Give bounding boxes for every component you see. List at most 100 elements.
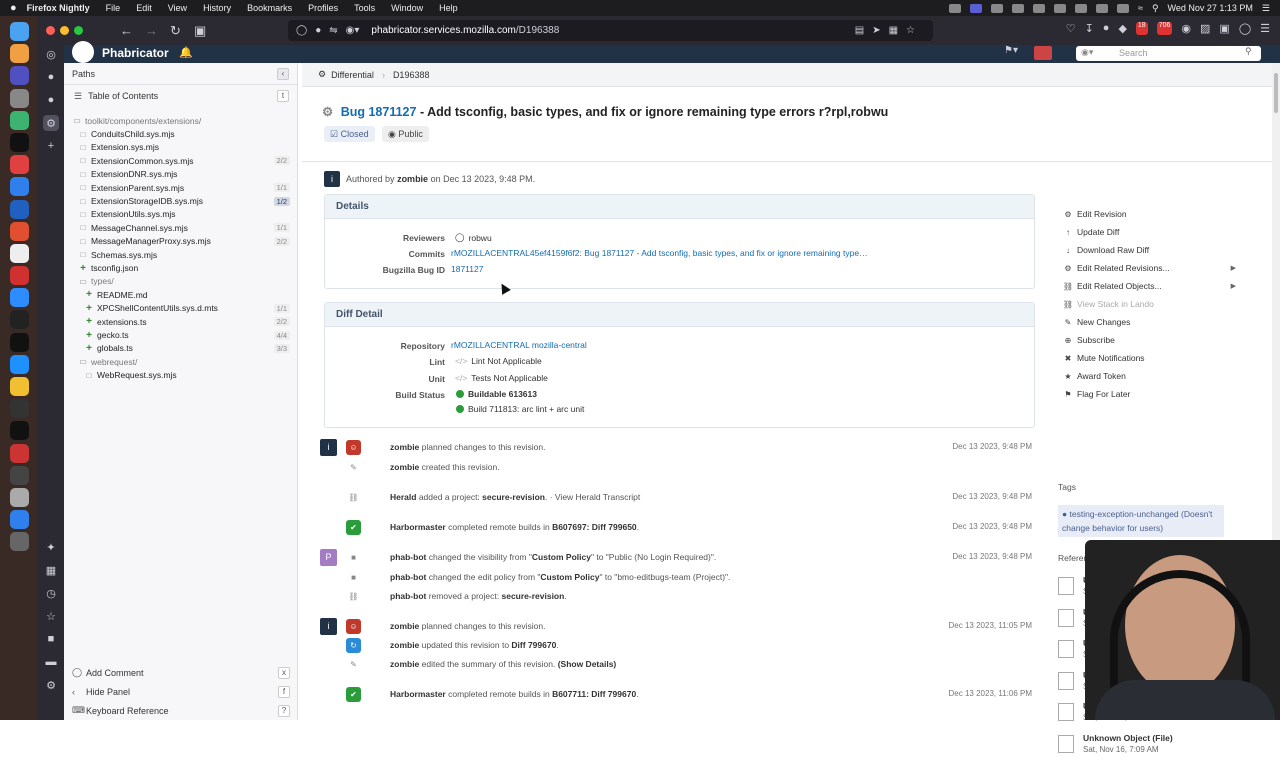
breadcrumb-revision[interactable]: D196388 xyxy=(393,70,430,80)
shield-icon[interactable]: ◯ xyxy=(296,25,307,36)
buildable-link[interactable]: Buildable 613613 xyxy=(468,389,537,399)
event-actor[interactable]: zombie xyxy=(390,442,419,452)
app-icon[interactable] xyxy=(9,377,29,396)
url-bar[interactable]: ◯ ● ⇋ ◉▾ phabricator.services.mozilla.co… xyxy=(288,20,933,41)
event-object[interactable]: Custom Policy xyxy=(532,552,591,562)
event-actor[interactable]: zombie xyxy=(390,621,419,631)
event-actor[interactable]: phab-bot xyxy=(390,552,426,562)
menu-edit[interactable]: Edit xyxy=(136,3,152,13)
file-row[interactable]: + README.md xyxy=(64,288,298,301)
extension-icon[interactable]: ▨ xyxy=(1200,22,1210,35)
scrollbar-thumb[interactable] xyxy=(1274,73,1278,113)
app-icon[interactable] xyxy=(9,487,29,507)
folder-row[interactable]: ▭ webrequest/ xyxy=(64,355,298,368)
app-icon[interactable] xyxy=(9,266,29,286)
phabricator-logo-icon[interactable] xyxy=(72,41,94,63)
zoom-icon[interactable] xyxy=(9,288,29,308)
status-icon[interactable] xyxy=(969,3,982,13)
add-comment-link[interactable]: ◯ Add Comment x xyxy=(64,663,298,682)
collapse-icon[interactable]: ‹ xyxy=(277,67,289,80)
app-icon[interactable] xyxy=(9,199,29,219)
tab-favicon-active[interactable]: ⚙ xyxy=(43,115,59,131)
referenced-file[interactable]: Unknown Object (File)Sat, Nov 16, 7:09 A… xyxy=(1058,733,1238,763)
app-icon[interactable] xyxy=(9,399,29,419)
event-object[interactable]: B607711: Diff 799670 xyxy=(552,689,636,699)
app-name[interactable]: Firefox Nightly xyxy=(27,3,90,13)
trash-icon[interactable] xyxy=(9,532,29,552)
app-icon[interactable] xyxy=(9,510,29,530)
action-download-raw-diff[interactable]: ↓ Download Raw Diff xyxy=(1048,241,1248,259)
status-icon[interactable] xyxy=(990,3,1003,13)
menu-history[interactable]: History xyxy=(203,3,231,13)
event-actor[interactable]: zombie xyxy=(390,462,419,472)
extension-badge[interactable]: 18 xyxy=(1135,22,1148,35)
history-icon[interactable]: ◷ xyxy=(43,585,59,601)
finder-icon[interactable] xyxy=(9,22,29,41)
menu-view[interactable]: View xyxy=(168,3,187,13)
close-dot[interactable] xyxy=(46,26,55,35)
file-row[interactable]: + tsconfig.json xyxy=(64,261,298,274)
menu-profiles[interactable]: Profiles xyxy=(308,3,338,13)
event-object[interactable]: secure-revision xyxy=(482,492,545,502)
account-icon[interactable]: ◯ xyxy=(1239,22,1251,35)
event-object[interactable]: secure-revision xyxy=(501,591,564,601)
commit-link[interactable]: rMOZILLACENTRAL45ef4159f6f2: Bug 1871127… xyxy=(451,248,868,258)
file-row[interactable]: □ MessageManagerProxy.sys.mjs 2/2 xyxy=(64,235,298,248)
bookmark-icon[interactable]: ⚑▾ xyxy=(1004,45,1018,56)
status-icon[interactable] xyxy=(1053,3,1066,13)
build-link[interactable]: Build 711813: arc lint + arc unit xyxy=(468,404,584,414)
author-name[interactable]: zombie xyxy=(397,174,428,184)
file-row[interactable]: □ ExtensionStorageIDB.sys.mjs 1/2 xyxy=(64,194,298,207)
apple-icon[interactable]: ● xyxy=(10,2,17,14)
menu-file[interactable]: File xyxy=(106,3,121,13)
file-row[interactable]: + extensions.ts 2/2 xyxy=(64,315,298,328)
app-icon[interactable] xyxy=(9,332,29,352)
zoom-dot[interactable] xyxy=(74,26,83,35)
hide-panel-link[interactable]: ‹ Hide Panel f xyxy=(64,682,298,701)
back-icon[interactable]: ← xyxy=(120,23,133,38)
action-subscribe[interactable]: ⊕ Subscribe xyxy=(1048,331,1248,349)
permissions-icon[interactable]: ⇋ xyxy=(329,25,337,36)
action-edit-revision[interactable]: ⚙ Edit Revision xyxy=(1048,205,1248,223)
folder-row[interactable]: ▭ types/ xyxy=(64,275,298,288)
status-icon[interactable] xyxy=(1074,3,1087,13)
status-icon[interactable] xyxy=(1095,3,1108,13)
breadcrumb-differential[interactable]: Differential xyxy=(331,70,374,80)
app-icon[interactable] xyxy=(9,310,29,330)
file-row[interactable]: + gecko.ts 4/4 xyxy=(64,328,298,341)
tab-favicon[interactable]: ● xyxy=(43,92,59,108)
action-new-changes[interactable]: ✎ New Changes xyxy=(1048,313,1248,331)
sparkle-icon[interactable]: ✦ xyxy=(43,539,59,555)
action-mute-notifications[interactable]: ✖ Mute Notifications xyxy=(1048,349,1248,367)
clock[interactable]: Wed Nov 27 1:13 PM xyxy=(1168,3,1253,13)
event-object[interactable]: B607697: Diff 799650 xyxy=(552,522,637,532)
event-timestamp[interactable]: Dec 13 2023, 9:48 PM xyxy=(952,492,1032,501)
event-timestamp[interactable]: Dec 13 2023, 9:48 PM xyxy=(952,442,1032,451)
settings-icon[interactable]: ⚙ xyxy=(43,677,59,693)
extension-icon[interactable]: ◉ xyxy=(1181,22,1191,35)
forward-icon[interactable]: → xyxy=(145,23,158,38)
app-icon[interactable] xyxy=(9,465,29,485)
tab-favicon[interactable]: ● xyxy=(43,69,59,85)
app-icon[interactable] xyxy=(9,443,29,463)
status-icon[interactable] xyxy=(1032,3,1045,13)
tag-item[interactable]: ● testing-exception-unchanged (Doesn't c… xyxy=(1058,505,1224,537)
file-row[interactable]: + globals.ts 3/3 xyxy=(64,342,298,355)
action-update-diff[interactable]: ↑ Update Diff xyxy=(1048,223,1248,241)
app-icon[interactable] xyxy=(9,243,29,263)
table-of-contents-link[interactable]: ☰ Table of Contents t xyxy=(64,85,297,107)
file-row[interactable]: □ WebRequest.sys.mjs xyxy=(64,369,298,382)
event-actor[interactable]: zombie xyxy=(390,659,419,669)
bookmark-icon[interactable]: ☆ xyxy=(43,608,59,624)
folder-row[interactable]: ▭ toolkit/components/extensions/ xyxy=(64,114,298,127)
event-object[interactable]: Custom Policy xyxy=(540,572,599,582)
globe-icon[interactable]: ◎ xyxy=(43,46,59,62)
event-actor[interactable]: phab-bot xyxy=(390,591,426,601)
event-timestamp[interactable]: Dec 13 2023, 9:48 PM xyxy=(952,552,1032,561)
app-menu-icon[interactable]: ☰ xyxy=(1260,22,1270,35)
event-actor[interactable]: Herald xyxy=(390,492,416,502)
action-edit-related-objects[interactable]: ⛓ Edit Related Objects... ▶ xyxy=(1048,277,1248,295)
action-flag-for-later[interactable]: ⚑ Flag For Later xyxy=(1048,385,1248,403)
repository-link[interactable]: rMOZILLACENTRAL mozilla-central xyxy=(451,340,587,350)
event-actor[interactable]: Harbormaster xyxy=(390,689,446,699)
